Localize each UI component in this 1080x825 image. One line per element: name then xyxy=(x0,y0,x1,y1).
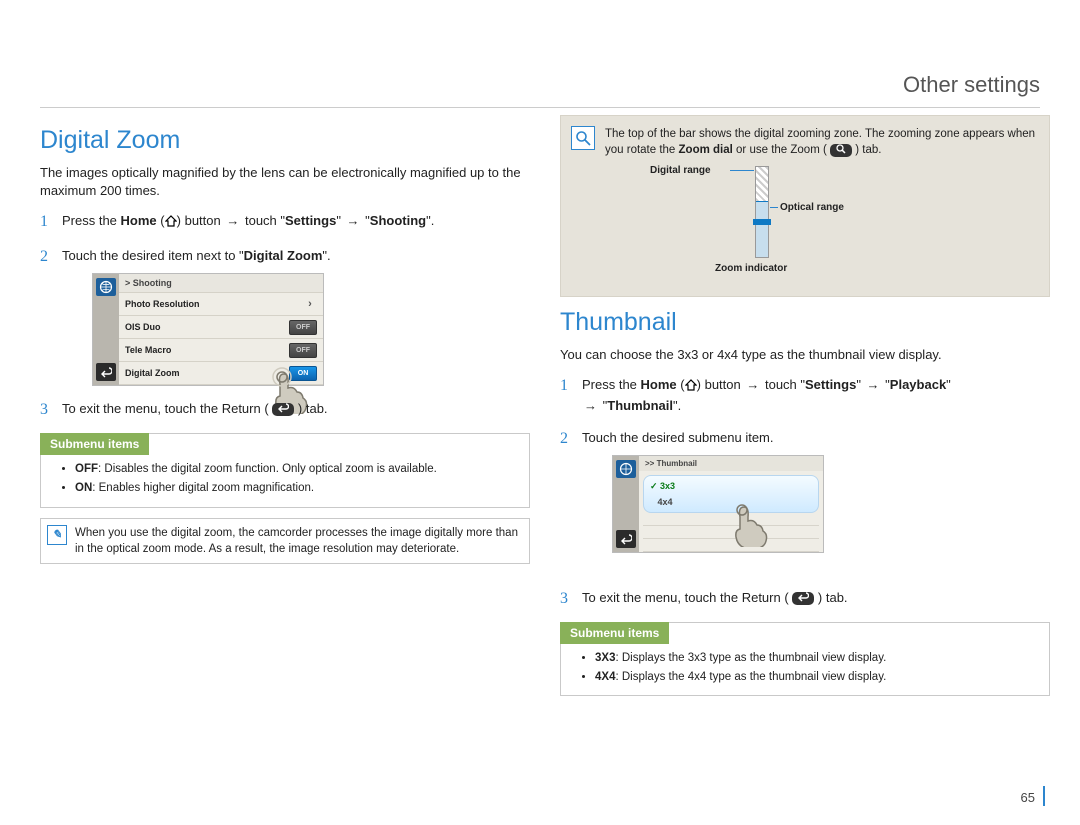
zoom-bar xyxy=(755,166,769,258)
right-column: The top of the bar shows the digital zoo… xyxy=(560,115,1050,706)
note-box: ✎ When you use the digital zoom, the cam… xyxy=(40,518,530,564)
submenu-item-3x3: 3X3: Displays the 3x3 type as the thumbn… xyxy=(595,650,1039,666)
dz-step-1: Press the Home () button → touch "Settin… xyxy=(40,212,530,232)
arrow-icon: → xyxy=(865,376,882,394)
arrow-icon: → xyxy=(582,397,599,415)
menu-row-photo-resolution: Photo Resolution › xyxy=(119,293,323,316)
section-title-thumbnail: Thumbnail xyxy=(560,305,1050,340)
thumb-menu-header: >> Thumbnail xyxy=(639,456,823,471)
menu-return-icon xyxy=(96,363,116,381)
menu-row-ois-duo: OIS Duo OFF xyxy=(119,316,323,339)
menu-globe-icon xyxy=(616,460,636,478)
arrow-icon: → xyxy=(224,212,241,230)
th-step-2: Touch the desired submenu item. xyxy=(560,429,1050,576)
toggle-off: OFF xyxy=(289,320,317,335)
submenu-box-thumbnail: Submenu items 3X3: Displays the 3x3 type… xyxy=(560,622,1050,697)
submenu-item-off: OFF: Disables the digital zoom function.… xyxy=(75,461,519,477)
menu-return-icon xyxy=(616,530,636,548)
label-digital-range: Digital range xyxy=(650,164,711,178)
zoom-slider-icon xyxy=(753,219,771,225)
zoom-diagram: Digital range Optical range Zoom indicat… xyxy=(605,166,1039,286)
menu-row-tele-macro: Tele Macro OFF xyxy=(119,339,323,362)
home-outline-icon: () xyxy=(680,377,701,392)
dz-step-2: Touch the desired item next to "Digital … xyxy=(40,247,530,387)
submenu-item-4x4: 4X4: Displays the 4x4 type as the thumbn… xyxy=(595,669,1039,685)
left-column: Digital Zoom The images optically magnif… xyxy=(40,115,530,564)
submenu-title: Submenu items xyxy=(40,433,149,456)
arrow-icon: → xyxy=(744,376,761,394)
zoom-info-text: The top of the bar shows the digital zoo… xyxy=(605,126,1039,158)
thumb-option-3x3: ✓ 3x3 xyxy=(650,480,812,493)
submenu-box-digital-zoom: Submenu items OFF: Disables the digital … xyxy=(40,433,530,508)
page-header: Other settings xyxy=(40,70,1040,108)
section-title-digital-zoom: Digital Zoom xyxy=(40,123,530,158)
toggle-off: OFF xyxy=(289,343,317,358)
label-zoom-indicator: Zoom indicator xyxy=(715,262,787,276)
chevron-right-icon: › xyxy=(303,297,317,312)
note-icon: ✎ xyxy=(47,525,67,545)
home-outline-icon: () xyxy=(160,213,181,228)
th-step-3: To exit the menu, touch the Return ( ) t… xyxy=(560,589,1050,607)
magnifier-icon xyxy=(571,126,595,150)
menu-globe-icon xyxy=(96,278,116,296)
menu-header: > Shooting xyxy=(119,274,323,294)
return-icon xyxy=(272,403,294,416)
submenu-item-on: ON: Enables higher digital zoom magnific… xyxy=(75,480,519,496)
arrow-icon: → xyxy=(345,212,362,230)
zoom-info-box: The top of the bar shows the digital zoo… xyxy=(560,115,1050,297)
thumbnail-intro: You can choose the 3x3 or 4x4 type as th… xyxy=(560,346,1050,364)
label-optical-range: Optical range xyxy=(780,201,844,215)
note-text: When you use the digital zoom, the camco… xyxy=(75,525,523,557)
digital-zoom-intro: The images optically magnified by the le… xyxy=(40,164,530,200)
dz-step-3: To exit the menu, touch the Return ( ) t… xyxy=(40,400,530,418)
thumbnail-menu-screenshot: >> Thumbnail ✓ 3x3 4x4 xyxy=(612,455,824,553)
touch-hand-icon xyxy=(722,497,772,547)
th-step-1: Press the Home () button → touch "Settin… xyxy=(560,376,1050,414)
submenu-title: Submenu items xyxy=(560,622,669,645)
page-number: 65 xyxy=(1021,789,1035,807)
return-icon xyxy=(792,592,814,605)
zoom-tab-icon xyxy=(830,144,852,157)
